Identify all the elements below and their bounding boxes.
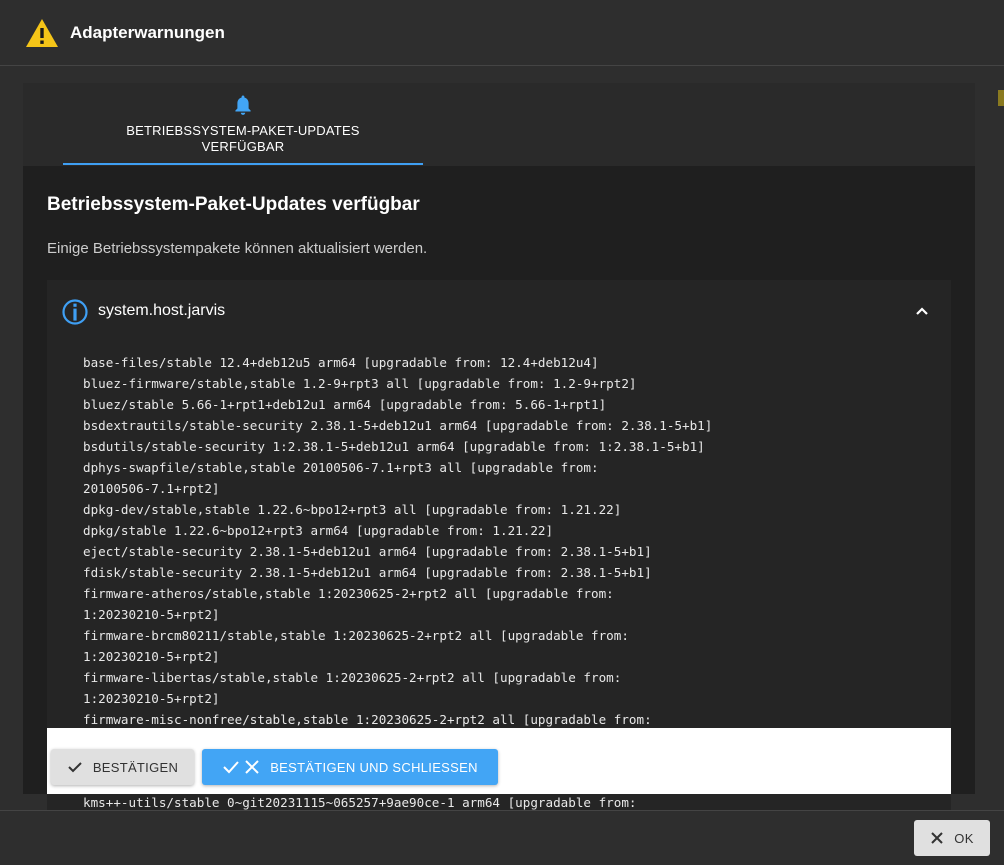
package-line: bluez/stable 5.66-1+rpt1+deb12u1 arm64 [… [83, 397, 607, 412]
adapter-warnings-dialog: Adapterwarnungen BETRIEBSSYSTEM-PAKET-UP… [0, 0, 1004, 865]
section-description: Einige Betriebssystempakete können aktua… [47, 240, 428, 257]
package-line: dpkg-dev/stable,stable 1.22.6~bpo12+rpt3… [83, 502, 622, 517]
action-bar: BESTÄTIGEN BESTÄTIGEN UND SCHLIESSEN [47, 728, 951, 794]
close-icon [931, 832, 943, 844]
dialog-content: BETRIEBSSYSTEM-PAKET-UPDATES VERFÜGBAR B… [23, 83, 975, 794]
background-edge [998, 90, 1004, 106]
package-line: kms++-utils/stable 0~git20231115~065257+… [83, 795, 637, 810]
package-line: firmware-atheros/stable,stable 1:2023062… [83, 586, 614, 622]
host-accordion-header[interactable]: system.host.jarvis [47, 280, 951, 342]
tab-os-package-updates[interactable]: BETRIEBSSYSTEM-PAKET-UPDATES VERFÜGBAR [63, 83, 423, 166]
warning-triangle-icon [26, 18, 58, 47]
package-line: base-files/stable 12.4+deb12u5 arm64 [up… [83, 355, 599, 370]
dialog-footer: OK [0, 810, 1004, 865]
package-line: eject/stable-security 2.38.1-5+deb12u1 a… [83, 544, 652, 559]
tab-bar: BETRIEBSSYSTEM-PAKET-UPDATES VERFÜGBAR [23, 83, 975, 166]
confirm-and-close-label: BESTÄTIGEN UND SCHLIESSEN [270, 759, 478, 775]
package-line: firmware-misc-nonfree/stable,stable 1:20… [83, 712, 652, 727]
package-line: dphys-swapfile/stable,stable 20100506-7.… [83, 460, 599, 496]
package-line: firmware-libertas/stable,stable 1:202306… [83, 670, 622, 706]
package-line: bsdextrautils/stable-security 2.38.1-5+d… [83, 418, 713, 433]
ok-button[interactable]: OK [914, 820, 990, 856]
package-list: base-files/stable 12.4+deb12u5 arm64 [up… [83, 352, 933, 730]
package-list-overflow: kms++-utils/stable 0~git20231115~065257+… [47, 794, 951, 810]
section-title: Betriebssystem-Paket-Updates verfügbar [47, 194, 420, 215]
check-icon [68, 762, 82, 773]
confirm-button-label: BESTÄTIGEN [92, 759, 179, 775]
package-line: firmware-brcm80211/stable,stable 1:20230… [83, 628, 629, 664]
package-line: bluez-firmware/stable,stable 1.2-9+rpt3 … [83, 376, 637, 391]
dialog-title: Adapterwarnungen [70, 22, 225, 42]
ok-button-label: OK [954, 830, 974, 846]
chevron-up-icon[interactable] [913, 302, 931, 320]
tab-label: BETRIEBSSYSTEM-PAKET-UPDATES VERFÜGBAR [126, 123, 360, 154]
check-icon [223, 761, 239, 774]
active-tab-indicator [63, 163, 423, 165]
host-name: system.host.jarvis [98, 302, 226, 319]
dialog-header: Adapterwarnungen [0, 0, 1004, 66]
confirm-button[interactable]: BESTÄTIGEN [51, 749, 194, 785]
package-line: bsdutils/stable-security 1:2.38.1-5+deb1… [83, 439, 705, 454]
host-accordion: system.host.jarvis base-files/stable 12.… [47, 280, 951, 794]
close-icon [245, 760, 259, 774]
package-line: fdisk/stable-security 2.38.1-5+deb12u1 a… [83, 565, 652, 580]
bell-icon [235, 95, 251, 115]
package-line: dpkg/stable 1.22.6~bpo12+rpt3 arm64 [upg… [83, 523, 554, 538]
confirm-and-close-button[interactable]: BESTÄTIGEN UND SCHLIESSEN [202, 749, 498, 785]
info-circle-icon [62, 299, 88, 325]
